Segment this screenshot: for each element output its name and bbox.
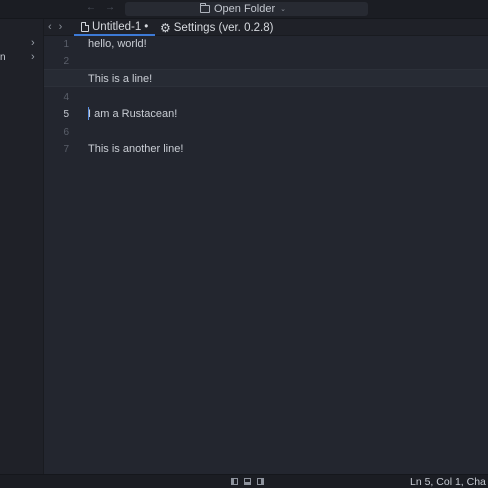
chevron-right-icon[interactable]: › [31,51,35,63]
line-number: 4 [63,92,69,103]
tab-label: Settings (ver. 0.2.8) [173,21,274,34]
toggle-left-panel-icon[interactable] [231,478,238,485]
text-cursor [88,107,89,120]
line-number: 1 [63,39,69,50]
chevron-right-icon[interactable]: › [59,21,63,33]
sidebar-item-label: n [0,52,6,63]
open-folder-button[interactable]: Open Folder ⌄ [200,2,286,16]
line-number: 7 [63,144,69,155]
toggle-bottom-panel-icon[interactable] [244,478,251,485]
folder-icon [200,3,210,13]
modified-indicator[interactable]: • [144,21,148,33]
line-number: 6 [63,127,69,138]
chevron-down-icon: ⌄ [280,6,287,13]
cursor-position-status[interactable]: Ln 5, Col 1, Cha [410,476,486,488]
title-bar: ← → Open Folder ⌄ [0,0,488,19]
line-number-current: 5 [63,109,69,120]
tab-nav: ‹ › [48,21,62,33]
tab-label: Untitled-1 [92,20,142,33]
toggle-right-panel-icon[interactable] [257,478,264,485]
tab-bar: ‹ › Untitled-1 • ⚙ Settings (ver. 0.2.8) [44,19,488,36]
sidebar-item[interactable]: n › [0,51,44,66]
file-icon [81,21,89,32]
status-bar: Ln 5, Col 1, Cha [0,474,488,488]
chevron-left-icon[interactable]: ‹ [48,21,52,33]
sidebar: › n › [0,19,44,474]
code-line-current[interactable]: I am a Rustacean! [88,108,177,120]
history-nav: ← → [86,2,115,13]
tab-untitled-1[interactable]: Untitled-1 • [74,19,155,36]
sidebar-item[interactable]: › [0,37,44,52]
layout-toggles [231,478,264,485]
open-folder-label: Open Folder [214,3,276,15]
code-line[interactable]: This is another line! [88,143,183,155]
gear-icon: ⚙ [160,20,171,35]
chevron-right-icon[interactable]: › [31,37,35,49]
line-number: 2 [63,56,69,67]
code-line[interactable]: hello, world! [88,38,147,50]
tab-settings[interactable]: ⚙ Settings (ver. 0.2.8) [160,19,273,36]
forward-arrow-icon[interactable]: → [105,2,115,13]
code-line[interactable]: This is a line! [88,73,152,85]
back-arrow-icon[interactable]: ← [86,2,96,13]
line-number-gutter: 1 2 3 4 5 6 7 [44,36,69,474]
editor[interactable]: 1 2 3 4 5 6 7 [44,36,488,474]
